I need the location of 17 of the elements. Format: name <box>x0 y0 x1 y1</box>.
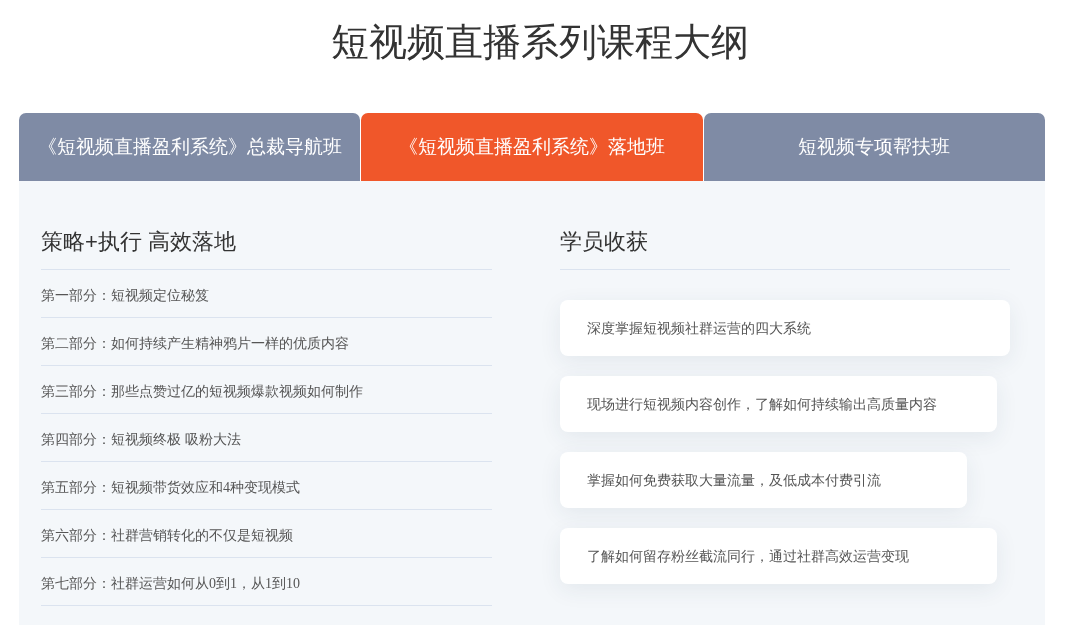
outcome-text: 了解如何留存粉丝截流同行，通过社群高效运营变现 <box>587 547 909 566</box>
page-title: 短视频直播系列课程大纲 <box>331 23 749 61</box>
section-heading: 学员收获 <box>560 228 1010 270</box>
outline-item: 第四部分：短视频终极 吸粉大法 <box>41 431 241 449</box>
outcome-text: 现场进行短视频内容创作，了解如何持续输出高质量内容 <box>587 395 937 414</box>
course-tab[interactable]: 《短视频直播盈利系统》落地班 <box>361 113 703 181</box>
outcome-text: 掌握如何免费获取大量流量，及低成本付费引流 <box>587 471 881 490</box>
outline-item: 第六部分：社群营销转化的不仅是短视频 <box>41 527 293 545</box>
outline-item: 第七部分：社群运营如何从0到1，从1到10 <box>41 575 300 593</box>
outline-item: 第一部分：短视频定位秘笈 <box>41 287 209 305</box>
outline-item: 第三部分：那些点赞过亿的短视频爆款视频如何制作 <box>41 383 363 401</box>
section-heading: 策略+执行 高效落地 <box>41 228 492 270</box>
outcome-text: 深度掌握短视频社群运营的四大系统 <box>587 319 811 338</box>
course-tab[interactable]: 短视频专项帮扶班 <box>703 113 1045 181</box>
course-tab[interactable]: 《短视频直播盈利系统》总裁导航班 <box>19 113 361 181</box>
outline-item: 第二部分：如何持续产生精神鸦片一样的优质内容 <box>41 335 349 353</box>
outline-item: 第五部分：短视频带货效应和4种变现模式 <box>41 479 300 497</box>
